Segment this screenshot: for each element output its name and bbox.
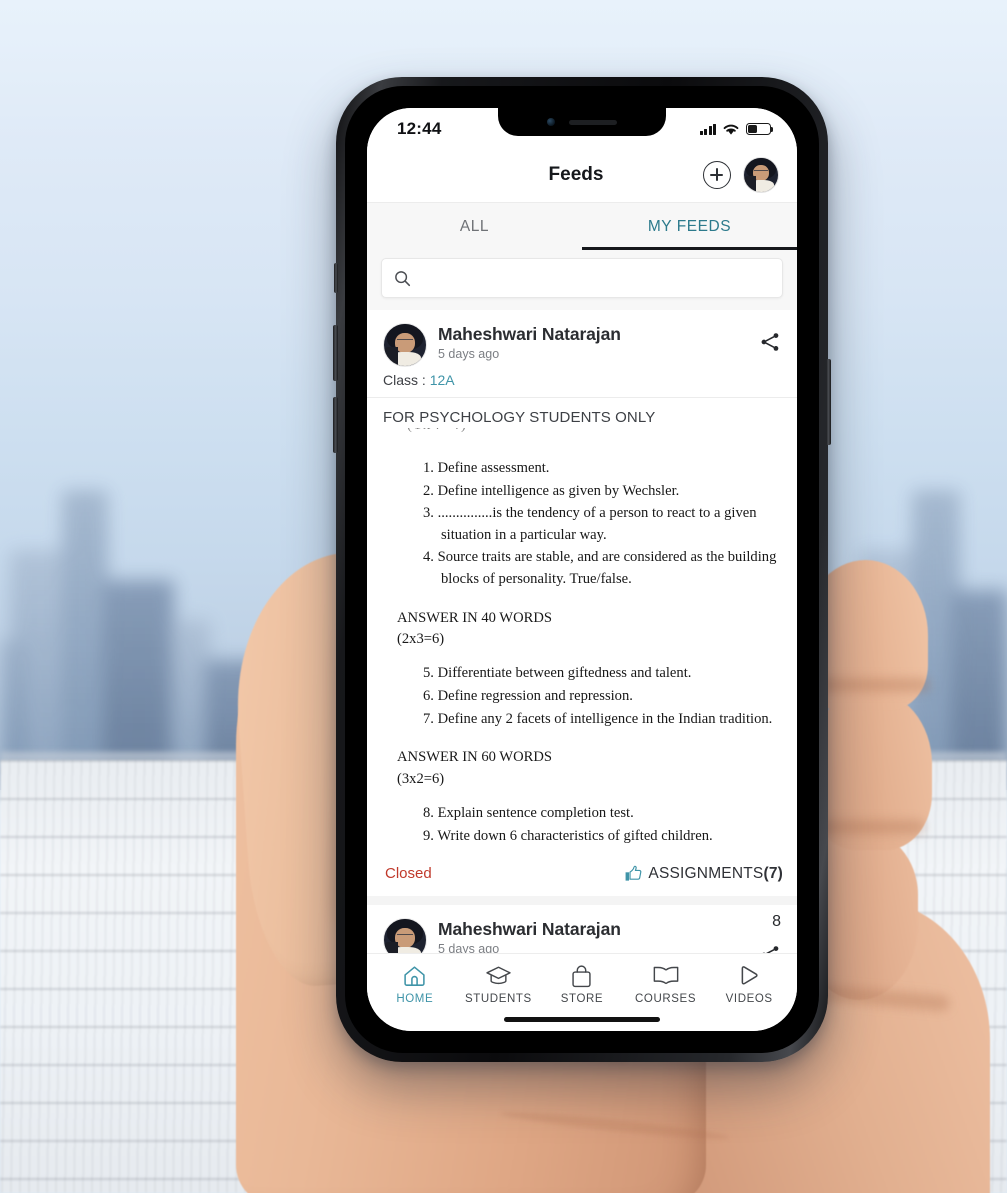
nav-item-videos[interactable]: VIDEOS <box>707 963 791 1005</box>
section-label: ANSWER IN 60 WORDS <box>397 749 552 766</box>
post-document-image[interactable]: (1x4=4) 1. Define assessment. 2. Define … <box>367 428 797 854</box>
app-header: Feeds <box>367 148 797 202</box>
display-notch <box>498 108 666 136</box>
question-item: 2. Define intelligence as given by Wechs… <box>423 482 680 499</box>
question-item: 8. Explain sentence completion test. <box>423 804 634 821</box>
question-item: 6. Define regression and repression. <box>423 687 633 704</box>
smartphone-device: 12:44 Feeds ALL MY FEEDS Maheshwari Nata… <box>333 77 831 1062</box>
question-list-section-3: 8. Explain sentence completion test. 9. … <box>385 803 781 847</box>
nav-item-students[interactable]: STUDENTS <box>457 963 541 1005</box>
post-timestamp: 5 days ago <box>438 347 500 361</box>
question-list-section-1: 1. Define assessment. 2. Define intellig… <box>385 458 781 591</box>
mute-switch[interactable] <box>334 263 338 293</box>
play-triangle-icon <box>737 963 761 988</box>
home-indicator[interactable] <box>504 1017 660 1022</box>
question-item: 5. Differentiate between giftedness and … <box>423 665 692 682</box>
feed-separator <box>367 896 797 906</box>
graduation-cap-icon <box>485 963 512 988</box>
question-item: 9. Write down 6 characteristics of gifte… <box>423 827 713 844</box>
section-heading-3: ANSWER IN 60 WORDS (3x2=6) <box>385 747 781 791</box>
share-icon[interactable] <box>759 331 781 353</box>
tab-my-feeds[interactable]: MY FEEDS <box>582 203 797 251</box>
section-label: ANSWER IN 40 WORDS <box>397 609 552 626</box>
post-header: Maheshwari Natarajan 5 days ago <box>367 310 797 367</box>
volume-up-button[interactable] <box>333 325 338 381</box>
battery-icon <box>746 122 774 136</box>
question-item: 4. Source traits are stable, and are con… <box>423 549 777 587</box>
volume-down-button[interactable] <box>333 397 338 453</box>
post-author-name: Maheshwari Natarajan <box>438 324 621 344</box>
search-section <box>367 250 797 310</box>
open-book-icon <box>652 963 680 988</box>
assignments-count: (7) <box>763 864 783 882</box>
post-meta: Maheshwari Natarajan 5 days ago <box>438 323 748 361</box>
post-class-line: Class : 12A <box>367 367 797 397</box>
thumbs-up-icon <box>626 865 642 881</box>
search-input[interactable] <box>419 270 770 286</box>
question-item: 1. Define assessment. <box>423 460 550 476</box>
document-clipped-line: (1x4=4) <box>385 428 781 446</box>
nav-items: HOME STUDENTS STORE COURSES VIDEOS <box>373 963 791 1005</box>
clipped-marks: (1x4=4) <box>407 428 468 434</box>
nav-label: COURSES <box>635 993 697 1005</box>
section-marks: (3x2=6) <box>397 771 445 788</box>
cellular-bars-icon <box>699 123 716 135</box>
post-meta: Maheshwari Natarajan 5 days ago <box>438 918 748 956</box>
nav-item-courses[interactable]: COURSES <box>624 963 708 1005</box>
section-heading-2: ANSWER IN 40 WORDS (2x3=6) <box>385 608 781 652</box>
status-indicators <box>699 122 774 136</box>
phone-screen: 12:44 Feeds ALL MY FEEDS Maheshwari Nata… <box>367 108 797 1031</box>
nav-label: VIDEOS <box>725 993 773 1005</box>
avatar-image <box>384 324 426 366</box>
question-list-section-2: 5. Differentiate between giftedness and … <box>385 663 781 730</box>
class-value: 12A <box>429 372 455 388</box>
plus-circle-icon[interactable] <box>703 161 731 189</box>
earpiece-speaker <box>569 119 617 125</box>
status-badge: Closed <box>385 865 432 883</box>
nav-label: HOME <box>396 993 434 1005</box>
front-camera-icon <box>547 118 555 126</box>
assignments-action[interactable]: ASSIGNMENTS(7) <box>624 864 783 883</box>
section-marks: (2x3=6) <box>397 631 445 648</box>
header-actions <box>703 157 779 193</box>
shopping-bag-icon <box>570 963 593 988</box>
status-bar: 12:44 <box>367 108 797 148</box>
question-item: 7. Define any 2 facets of intelligence i… <box>423 710 773 727</box>
phone-bezel: 12:44 Feeds ALL MY FEEDS Maheshwari Nata… <box>345 86 819 1053</box>
profile-avatar[interactable] <box>743 157 779 193</box>
nav-label: STORE <box>560 993 604 1005</box>
scene-composite: 12:44 Feeds ALL MY FEEDS Maheshwari Nata… <box>0 0 1007 1193</box>
class-label: Class : <box>383 372 426 388</box>
tab-all[interactable]: ALL <box>367 203 582 250</box>
nav-item-home[interactable]: HOME <box>373 963 457 1005</box>
feed-tabs: ALL MY FEEDS <box>367 202 797 251</box>
home-icon <box>402 963 427 988</box>
feed-list: Maheshwari Natarajan 5 days ago Class: … <box>367 310 797 975</box>
nav-label: STUDENTS <box>465 993 532 1005</box>
post-title: FOR PSYCHOLOGY STUDENTS ONLY <box>383 409 656 426</box>
post-footer: Closed ASSIGNMENTS(7) <box>367 854 797 896</box>
question-item: 3. ...............is the tendency of a p… <box>423 505 757 543</box>
avatar-image <box>744 158 778 192</box>
page-title: Feeds <box>548 164 604 185</box>
nav-item-store[interactable]: STORE <box>540 963 624 1005</box>
search-box[interactable] <box>381 258 783 298</box>
bottom-navigation: HOME STUDENTS STORE COURSES VIDEOS <box>367 953 797 1031</box>
wifi-icon <box>723 124 739 135</box>
search-icon <box>395 270 411 286</box>
post-author-name: Maheshwari Natarajan <box>438 919 621 940</box>
post-author-avatar[interactable] <box>383 323 427 367</box>
power-button[interactable] <box>826 359 831 445</box>
status-time: 12:44 <box>397 119 442 138</box>
assignments-text: ASSIGNMENTS <box>648 864 764 882</box>
assignments-label: ASSIGNMENTS(7) <box>648 865 783 883</box>
feed-post: Maheshwari Natarajan 5 days ago Class: … <box>367 310 797 896</box>
